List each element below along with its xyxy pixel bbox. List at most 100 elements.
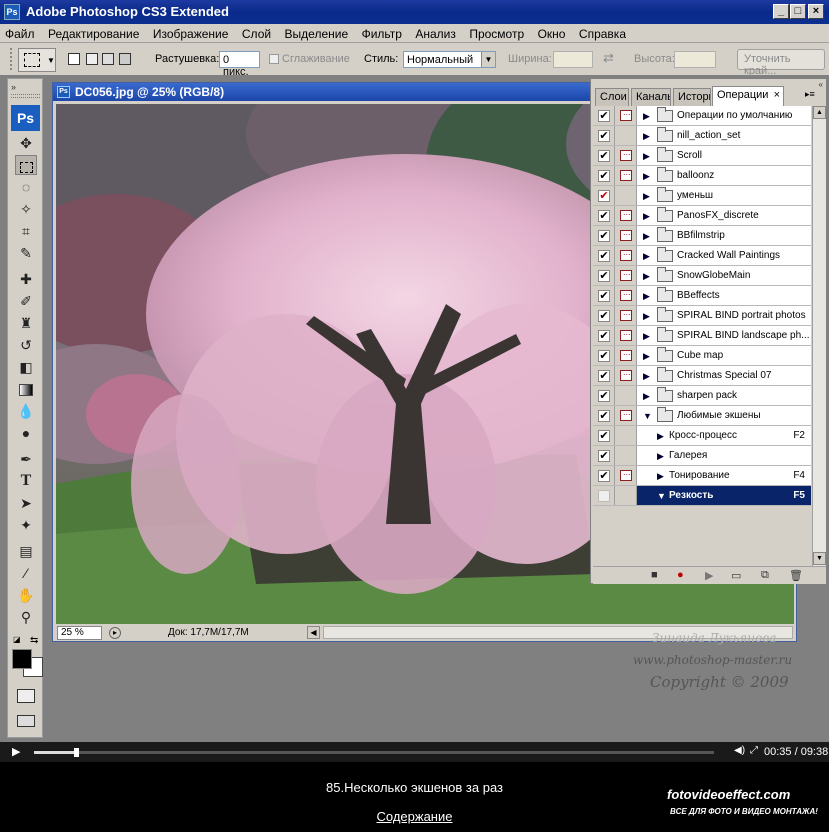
zoom-tool-icon[interactable]: ⚲ <box>15 607 37 627</box>
dialog-toggle-icon[interactable] <box>620 147 632 161</box>
fullscreen-icon[interactable]: ⤢ <box>750 745 758 756</box>
action-body[interactable]: ▶ BBeffects <box>637 286 811 305</box>
action-body[interactable]: ▶ Cracked Wall Paintings <box>637 246 811 265</box>
action-row[interactable]: ✔ ▶ Кросс-процесс F2 <box>593 426 811 446</box>
eraser-tool-icon[interactable]: ◧ <box>15 357 37 377</box>
tab-actions[interactable]: Операции × <box>712 86 784 106</box>
action-row[interactable]: ✔ ▶ Операции по умолчанию <box>593 106 811 126</box>
collapse-panel-icon[interactable]: « <box>819 80 823 89</box>
check-icon[interactable]: ✔ <box>598 250 610 262</box>
new-action-icon[interactable]: ⧉ <box>761 569 769 582</box>
lasso-tool-icon[interactable]: ◌ <box>15 177 37 197</box>
antialias-checkbox[interactable] <box>269 54 279 64</box>
menu-analysis[interactable]: Анализ <box>410 24 460 41</box>
collapsed-triangle-icon[interactable]: ▶ <box>643 151 650 162</box>
brush-tool-icon[interactable]: ✐ <box>15 291 37 311</box>
dialog-cell[interactable] <box>615 246 637 265</box>
collapsed-triangle-icon[interactable]: ▶ <box>643 291 650 302</box>
dialog-cell[interactable] <box>615 106 637 125</box>
record-icon[interactable]: ● <box>677 569 684 581</box>
intersect-selection-icon[interactable] <box>119 53 131 65</box>
check-icon[interactable]: ✔ <box>598 370 610 382</box>
add-selection-icon[interactable] <box>86 53 98 65</box>
action-body[interactable]: ▶ balloonz <box>637 166 811 185</box>
action-body[interactable]: ▶ PanosFX_discrete <box>637 206 811 225</box>
menu-file[interactable]: Файл <box>0 24 39 41</box>
action-row[interactable]: ✔ ▶ Scroll <box>593 146 811 166</box>
dialog-toggle-icon[interactable] <box>620 407 632 421</box>
dodge-tool-icon[interactable]: ● <box>15 423 37 443</box>
minimize-button[interactable]: _ <box>773 4 789 19</box>
quick-mask-icon[interactable] <box>17 689 35 703</box>
dialog-cell[interactable] <box>615 326 637 345</box>
foreground-color-swatch[interactable] <box>12 649 32 669</box>
check-icon[interactable]: ✔ <box>598 350 610 362</box>
dialog-toggle-icon[interactable] <box>620 467 632 481</box>
dialog-toggle-icon[interactable] <box>620 287 632 301</box>
screen-mode-icon[interactable] <box>17 715 35 727</box>
toggle-cell[interactable] <box>593 486 615 505</box>
collapsed-triangle-icon[interactable]: ▶ <box>643 211 650 222</box>
dialog-cell[interactable] <box>615 346 637 365</box>
pen-tool-icon[interactable]: ✒ <box>15 449 37 469</box>
close-button[interactable]: × <box>808 4 824 19</box>
toggle-cell[interactable]: ✔ <box>593 366 615 385</box>
dialog-cell[interactable] <box>615 286 637 305</box>
check-icon[interactable]: ✔ <box>598 170 610 182</box>
eyedropper-icon[interactable]: ⁄ <box>15 563 37 583</box>
action-body[interactable]: ▼ Резкость F5 <box>637 486 811 505</box>
menu-window[interactable]: Окно <box>533 24 570 41</box>
toggle-cell[interactable]: ✔ <box>593 226 615 245</box>
toggle-cell[interactable]: ✔ <box>593 466 615 485</box>
trash-icon[interactable]: 🗑 <box>789 569 803 582</box>
dialog-cell[interactable] <box>615 386 637 405</box>
collapsed-triangle-icon[interactable]: ▶ <box>643 271 650 282</box>
toggle-cell[interactable]: ✔ <box>593 326 615 345</box>
action-body[interactable]: ▶ Операции по умолчанию <box>637 106 811 125</box>
action-body[interactable]: ▶ Scroll <box>637 146 811 165</box>
check-icon[interactable]: ✔ <box>598 330 610 342</box>
menu-edit[interactable]: Редактирование <box>43 24 143 41</box>
check-icon[interactable]: ✔ <box>598 470 610 482</box>
seek-thumb[interactable] <box>74 748 80 757</box>
dialog-toggle-icon[interactable] <box>620 307 632 321</box>
action-row[interactable]: ▼ Резкость F5 <box>593 486 811 506</box>
action-body[interactable]: ▶ sharpen pack <box>637 386 811 405</box>
check-icon[interactable]: ✔ <box>598 410 610 422</box>
tab-history[interactable]: История <box>673 88 711 106</box>
gradient-tool-icon[interactable] <box>15 379 37 399</box>
feather-input[interactable]: 0 пикс. <box>219 51 260 78</box>
status-menu-icon[interactable]: ▸ <box>109 627 121 639</box>
dialog-cell[interactable] <box>615 306 637 325</box>
expanded-triangle-icon[interactable]: ▼ <box>643 411 652 421</box>
dialog-toggle-icon[interactable] <box>620 107 632 121</box>
action-body[interactable]: ▶ BBfilmstrip <box>637 226 811 245</box>
action-row[interactable]: ✔ ▶ PanosFX_discrete <box>593 206 811 226</box>
dialog-cell[interactable] <box>615 266 637 285</box>
action-row[interactable]: ✔ ▶ SPIRAL BIND portrait photos <box>593 306 811 326</box>
action-row[interactable]: ✔ ▶ Тонирование F4 <box>593 466 811 486</box>
check-icon[interactable]: ✔ <box>598 150 610 162</box>
toggle-cell[interactable]: ✔ <box>593 246 615 265</box>
collapsed-triangle-icon[interactable]: ▶ <box>643 251 650 262</box>
collapsed-triangle-icon[interactable]: ▶ <box>657 471 664 482</box>
collapsed-triangle-icon[interactable]: ▶ <box>657 451 664 462</box>
collapsed-triangle-icon[interactable]: ▶ <box>643 311 650 322</box>
scroll-left-icon[interactable]: ◀ <box>307 626 320 639</box>
collapsed-triangle-icon[interactable]: ▶ <box>657 431 664 442</box>
check-icon[interactable]: ✔ <box>598 450 610 462</box>
stop-icon[interactable]: ■ <box>651 569 658 581</box>
dialog-cell[interactable] <box>615 226 637 245</box>
dialog-toggle-icon[interactable] <box>620 367 632 381</box>
dialog-cell[interactable] <box>615 146 637 165</box>
tab-layers[interactable]: Слои <box>595 88 629 106</box>
collapsed-triangle-icon[interactable]: ▶ <box>643 111 650 122</box>
zoom-field[interactable]: 25 % <box>57 626 102 640</box>
type-tool-icon[interactable]: T <box>15 471 37 491</box>
check-icon[interactable]: ✔ <box>598 110 610 122</box>
tab-channels[interactable]: Каналы <box>631 88 671 106</box>
action-body[interactable]: ▶ SPIRAL BIND landscape ph... <box>637 326 811 345</box>
action-row[interactable]: ✔ ▶ Галерея <box>593 446 811 466</box>
dialog-cell[interactable] <box>615 406 637 425</box>
dialog-cell[interactable] <box>615 166 637 185</box>
